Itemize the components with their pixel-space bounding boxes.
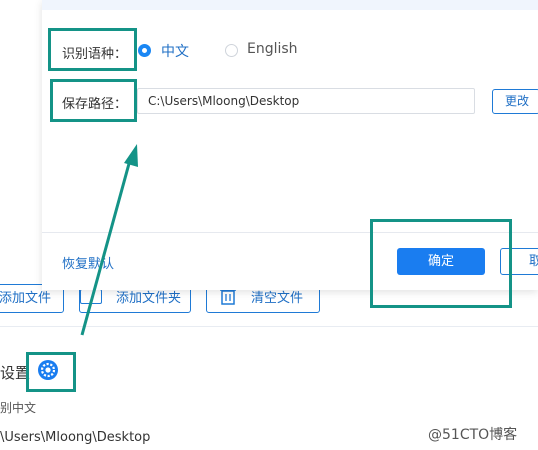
annotation-arrow-icon — [80, 144, 138, 336]
